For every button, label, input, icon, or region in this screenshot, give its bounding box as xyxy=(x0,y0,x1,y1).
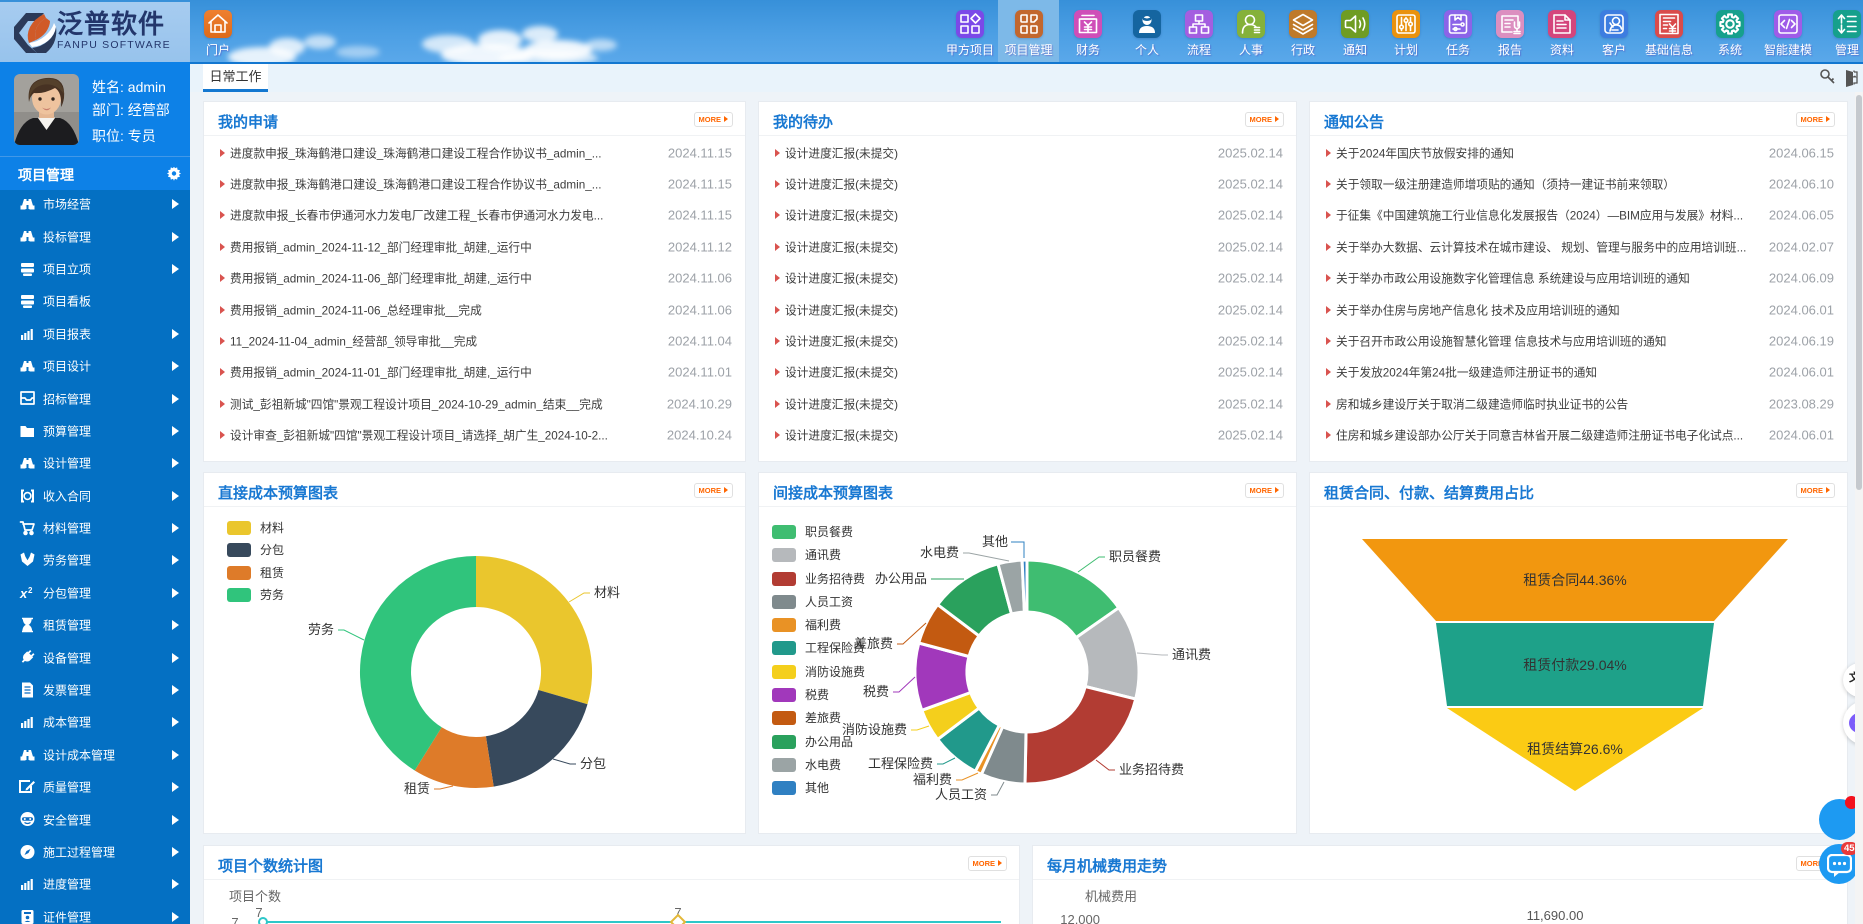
svg-text:其他: 其他 xyxy=(982,534,1008,549)
svg-text:材料: 材料 xyxy=(594,585,620,600)
svg-text:7: 7 xyxy=(231,915,238,924)
svg-text:租赁付款29.04%: 租赁付款29.04% xyxy=(1523,657,1626,673)
svg-text:FANPU SOFTWARE: FANPU SOFTWARE xyxy=(57,39,171,51)
svg-text:2: 2 xyxy=(28,586,33,595)
svg-text:业务招待费: 业务招待费 xyxy=(1119,762,1184,777)
svg-text:分包: 分包 xyxy=(580,756,606,771)
svg-text:劳务: 劳务 xyxy=(308,622,334,637)
svg-text:消防设施费: 消防设施费 xyxy=(842,722,907,737)
svg-text:租赁: 租赁 xyxy=(404,781,430,796)
svg-text:税费: 税费 xyxy=(863,684,889,699)
svg-text:项目个数: 项目个数 xyxy=(229,889,281,904)
svg-text:租赁结算26.6%: 租赁结算26.6% xyxy=(1527,741,1623,757)
svg-text:机械费用: 机械费用 xyxy=(1085,889,1137,904)
svg-text:办公用品: 办公用品 xyxy=(875,571,927,586)
svg-text:差旅费: 差旅费 xyxy=(854,636,893,651)
svg-text:通讯费: 通讯费 xyxy=(1172,647,1211,662)
svg-text:租赁合同44.36%: 租赁合同44.36% xyxy=(1523,572,1626,588)
svg-text:职员餐费: 职员餐费 xyxy=(1109,549,1161,564)
svg-text:福利费: 福利费 xyxy=(913,772,952,787)
svg-text:12,000: 12,000 xyxy=(1060,912,1100,924)
svg-text:工程保险费: 工程保险费 xyxy=(868,756,933,771)
svg-text:人员工资: 人员工资 xyxy=(935,787,987,802)
svg-text:x: x xyxy=(19,586,28,601)
svg-text:11,690.00: 11,690.00 xyxy=(1527,908,1584,923)
svg-text:泛普软件: 泛普软件 xyxy=(57,9,165,39)
svg-text:水电费: 水电费 xyxy=(920,545,959,560)
